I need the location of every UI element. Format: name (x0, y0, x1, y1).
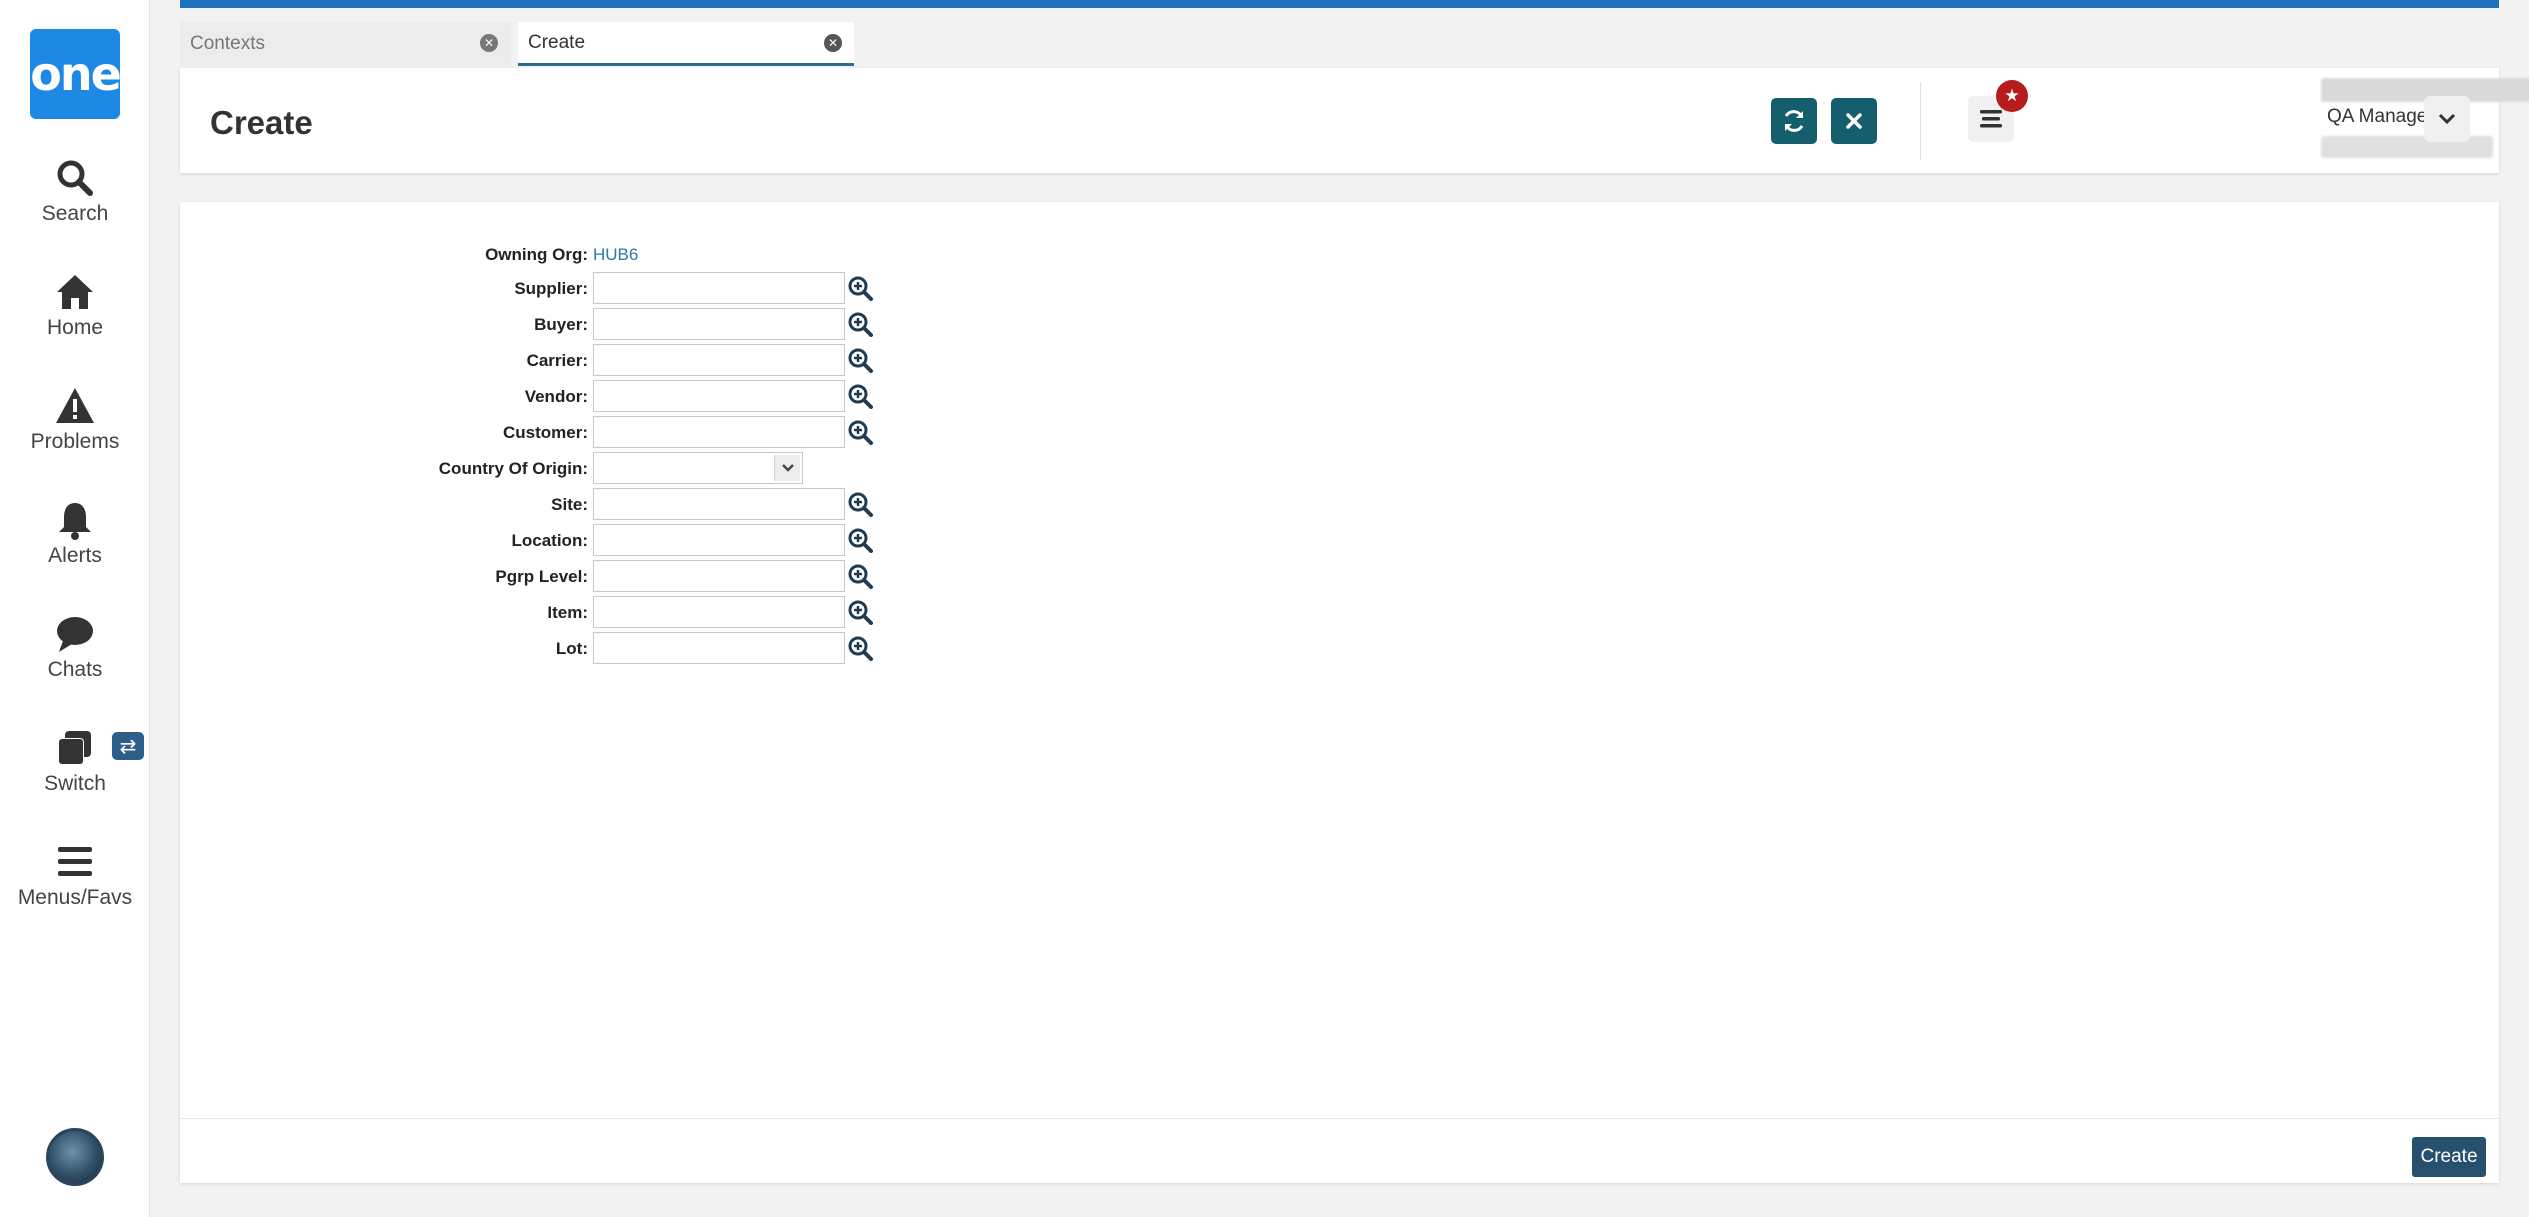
sidebar-item-chats[interactable]: Chats (0, 614, 150, 704)
close-icon (1846, 113, 1862, 129)
tab-create[interactable]: Create ✕ (518, 22, 854, 66)
zoom-in-icon[interactable] (847, 491, 873, 517)
list-icon (1980, 110, 2002, 128)
main-panel: Owning Org: HUB6 Supplier: Buyer: Carrie… (180, 202, 2499, 1183)
form-row-supplier: Supplier: (180, 272, 1080, 306)
zoom-in-icon[interactable] (847, 347, 873, 373)
supplier-input[interactable] (593, 272, 845, 304)
customer-input[interactable] (593, 416, 845, 448)
site-label: Site: (551, 495, 588, 514)
sidebar-item-home[interactable]: Home (0, 272, 150, 362)
form-row-buyer: Buyer: (180, 308, 1080, 342)
form-row-carrier: Carrier: (180, 344, 1080, 378)
carrier-input[interactable] (593, 344, 845, 376)
user-menu-dropdown[interactable] (2424, 96, 2470, 142)
header-divider (1920, 82, 1921, 160)
location-label: Location: (511, 531, 589, 550)
owning-org-label: Owning Org: (485, 245, 588, 264)
carrier-label: Carrier: (526, 351, 588, 370)
buyer-input[interactable] (593, 308, 845, 340)
hamburger-icon (58, 847, 92, 876)
site-input[interactable] (593, 488, 845, 520)
tab-label: Contexts (190, 33, 265, 54)
sidebar: one Search Home Problems Alerts Chats Sw… (0, 0, 150, 1217)
close-button[interactable] (1831, 98, 1877, 144)
create-button[interactable]: Create (2412, 1137, 2486, 1177)
supplier-label: Supplier: (514, 279, 588, 298)
sidebar-item-label: Home (46, 316, 104, 339)
item-label: Item: (547, 603, 588, 622)
zoom-in-icon[interactable] (847, 419, 873, 445)
close-icon[interactable]: ✕ (824, 34, 842, 52)
vendor-input[interactable] (593, 380, 845, 412)
tab-contexts[interactable]: Contexts ✕ (180, 22, 510, 66)
vendor-label: Vendor: (524, 387, 588, 406)
search-icon (57, 160, 93, 196)
sidebar-item-label: Menus/Favs (17, 886, 133, 909)
form-row-customer: Customer: (180, 416, 1080, 450)
form-row-pgrp-level: Pgrp Level: (180, 560, 1080, 594)
customer-label: Customer: (502, 423, 588, 442)
close-icon[interactable]: ✕ (480, 34, 498, 52)
sidebar-item-label: Alerts (48, 544, 102, 567)
zoom-in-icon[interactable] (847, 635, 873, 661)
item-input[interactable] (593, 596, 845, 628)
sidebar-item-label: Problems (30, 430, 120, 453)
header-panel: Create ★ QA Manager (180, 68, 2529, 173)
sidebar-item-label: Chats (47, 658, 103, 681)
refresh-button[interactable] (1771, 98, 1817, 144)
chevron-down-icon (2438, 113, 2456, 125)
form-row-owning-org: Owning Org: HUB6 (180, 238, 1080, 272)
switch-icon (58, 731, 91, 765)
footer-divider (180, 1118, 2499, 1119)
chat-icon (57, 617, 93, 652)
form-row-location: Location: (180, 524, 1080, 558)
buyer-label: Buyer: (534, 315, 588, 334)
switch-arrows-icon[interactable]: ⇄ (112, 732, 144, 760)
top-accent-bar (180, 0, 2499, 8)
bell-icon (59, 503, 91, 540)
tab-label: Create (528, 31, 586, 53)
zoom-in-icon[interactable] (847, 527, 873, 553)
chevron-down-icon[interactable] (774, 455, 800, 481)
sidebar-item-menus-favs[interactable]: Menus/Favs (0, 842, 150, 932)
lot-label: Lot: (555, 639, 588, 658)
zoom-in-icon[interactable] (847, 599, 873, 625)
sidebar-item-search[interactable]: Search (0, 158, 150, 248)
star-icon[interactable]: ★ (1996, 80, 2028, 112)
owning-org-value[interactable]: HUB6 (593, 245, 638, 265)
zoom-in-icon[interactable] (847, 275, 873, 301)
pgrp-level-label: Pgrp Level: (495, 567, 588, 586)
sidebar-item-alerts[interactable]: Alerts (0, 500, 150, 590)
warning-icon (56, 388, 94, 423)
form-row-item: Item: (180, 596, 1080, 630)
zoom-in-icon[interactable] (847, 311, 873, 337)
avatar[interactable] (46, 1128, 104, 1186)
country-of-origin-select[interactable] (593, 452, 803, 484)
country-of-origin-label: Country Of Origin: (438, 459, 588, 478)
page-title: Create (210, 104, 313, 141)
lot-input[interactable] (593, 632, 845, 664)
refresh-icon (1784, 110, 1804, 132)
form-row-country-of-origin: Country Of Origin: (180, 452, 1080, 486)
sidebar-item-label: Switch (44, 772, 106, 795)
app-logo[interactable]: one (30, 29, 122, 119)
zoom-in-icon[interactable] (847, 563, 873, 589)
location-input[interactable] (593, 524, 845, 556)
sidebar-item-problems[interactable]: Problems (0, 386, 150, 476)
user-role: QA Manager (2327, 106, 2434, 127)
zoom-in-icon[interactable] (847, 383, 873, 409)
sidebar-item-label: Search (41, 202, 109, 225)
home-icon (57, 275, 93, 309)
pgrp-level-input[interactable] (593, 560, 845, 592)
form-row-lot: Lot: (180, 632, 1080, 666)
form-row-site: Site: (180, 488, 1080, 522)
form-row-vendor: Vendor: (180, 380, 1080, 414)
